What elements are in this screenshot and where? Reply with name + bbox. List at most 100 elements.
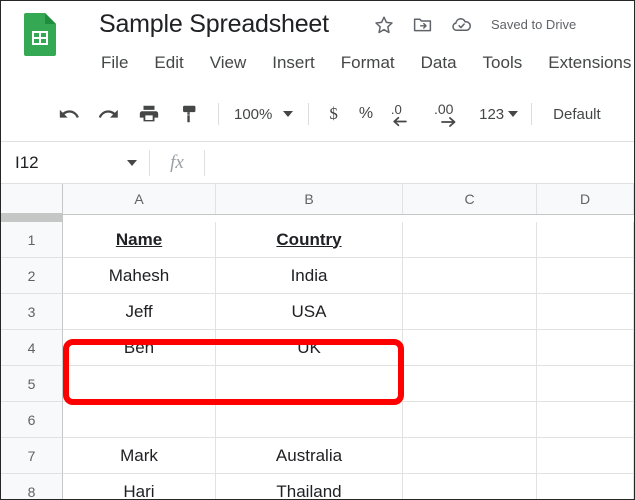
cloud-check-icon[interactable] [450,13,473,36]
save-status-text: Saved to Drive [491,17,577,32]
cell-b3[interactable]: USA [216,294,403,330]
number-format-selector[interactable]: 123 [475,106,522,123]
table-row: 1 Name Country [1,222,634,258]
cell-a3[interactable]: Jeff [63,294,216,330]
column-header-row: A B C D [1,184,634,214]
cell-d1[interactable] [537,222,634,258]
paint-format-icon[interactable] [174,99,204,129]
column-header-c[interactable]: C [403,184,537,214]
toolbar-divider-2 [308,103,310,125]
spreadsheet-grid: A B C D 1 Name Country 2 Mahesh India 3 … [1,184,634,499]
cell-d2[interactable] [537,258,634,294]
row-header-7[interactable]: 7 [1,438,63,474]
cell-c6[interactable] [403,402,537,438]
chevron-down-icon [127,159,137,166]
cell-a1[interactable]: Name [63,222,216,258]
zoom-level-value: 100% [234,105,273,123]
cell-c7[interactable] [403,438,537,474]
cell-c8[interactable] [403,474,537,499]
table-row: 5 [1,366,634,402]
formula-input[interactable] [205,142,634,183]
table-row: 7 Mark Australia [1,438,634,474]
row-header-5[interactable]: 5 [1,366,63,402]
decrease-decimal-places-button[interactable]: .0 [388,99,422,129]
menu-item-view[interactable]: View [210,53,247,73]
cell-b2[interactable]: India [216,258,403,294]
cell-c3[interactable] [403,294,537,330]
cell-b8[interactable]: Thailand [216,474,403,499]
cell-c1[interactable] [403,222,537,258]
google-sheets-window: Sample Spreadsheet Saved to Drive File E… [0,0,635,500]
menu-item-format[interactable]: Format [341,53,395,73]
print-icon[interactable] [134,99,164,129]
name-box[interactable]: I12 [1,142,149,183]
row-header-6[interactable]: 6 [1,402,63,438]
cell-c4[interactable] [403,330,537,366]
menu-item-extensions[interactable]: Extensions [548,53,631,73]
toolbar-divider-3 [531,103,533,125]
table-row: 2 Mahesh India [1,258,634,294]
table-row: 8 Hari Thailand [1,474,634,499]
currency-format-button[interactable]: $ [318,104,349,124]
cell-d7[interactable] [537,438,634,474]
cell-a5[interactable] [63,366,216,402]
cell-c5[interactable] [403,366,537,402]
row-header-4[interactable]: 4 [1,330,63,366]
header-separator-bar [1,214,63,222]
table-row: 6 [1,402,634,438]
title-action-icons: Saved to Drive [372,13,576,36]
undo-icon[interactable] [54,99,84,129]
cell-d5[interactable] [537,366,634,402]
svg-text:.0: .0 [391,102,402,117]
column-header-a[interactable]: A [63,184,216,214]
cell-d6[interactable] [537,402,634,438]
table-row: 3 Jeff USA [1,294,634,330]
grid-rows: 1 Name Country 2 Mahesh India 3 Jeff USA [1,222,634,499]
cell-c2[interactable] [403,258,537,294]
cell-d4[interactable] [537,330,634,366]
increase-decimal-places-button[interactable]: .00 [432,99,470,129]
column-header-d[interactable]: D [537,184,634,214]
toolbar: 100% $ % .0 .00 123 Default [1,87,634,141]
redo-icon[interactable] [94,99,124,129]
row-header-1[interactable]: 1 [1,222,63,258]
cell-a4[interactable]: Ben [63,330,216,366]
font-family-selector[interactable]: Default [541,106,601,123]
fx-icon: fx [170,151,184,173]
cell-b4[interactable]: UK [216,330,403,366]
cell-d3[interactable] [537,294,634,330]
row-header-2[interactable]: 2 [1,258,63,294]
cell-d8[interactable] [537,474,634,499]
select-all-corner[interactable] [1,184,63,214]
name-box-value: I12 [15,152,39,172]
cell-a8[interactable]: Hari [63,474,216,499]
toolbar-divider-1 [218,103,219,125]
column-header-b[interactable]: B [216,184,403,214]
document-title[interactable]: Sample Spreadsheet [99,10,329,39]
percent-format-button[interactable]: % [349,105,383,123]
cell-a7[interactable]: Mark [63,438,216,474]
cell-b7[interactable]: Australia [216,438,403,474]
cell-b5[interactable] [216,366,403,402]
header-separator-line [63,214,634,215]
menu-item-insert[interactable]: Insert [272,53,315,73]
row-header-3[interactable]: 3 [1,294,63,330]
row-header-8[interactable]: 8 [1,474,63,499]
cell-b1[interactable]: Country [216,222,403,258]
cell-b6[interactable] [216,402,403,438]
menu-bar: File Edit View Insert Format Data Tools … [101,53,631,73]
cell-a2[interactable]: Mahesh [63,258,216,294]
google-sheets-logo [23,12,57,56]
number-format-label: 123 [479,105,505,123]
chevron-down-icon [508,111,519,117]
menu-item-tools[interactable]: Tools [483,53,523,73]
menu-item-data[interactable]: Data [421,53,457,73]
menu-item-edit[interactable]: Edit [154,53,183,73]
formula-bar: I12 fx [1,141,634,184]
star-outline-icon[interactable] [372,13,395,36]
menu-item-file[interactable]: File [101,53,128,73]
move-to-folder-icon[interactable] [411,13,434,36]
cell-a6[interactable] [63,402,216,438]
zoom-level-selector[interactable]: 100% [228,106,299,123]
chevron-down-icon [283,111,294,117]
